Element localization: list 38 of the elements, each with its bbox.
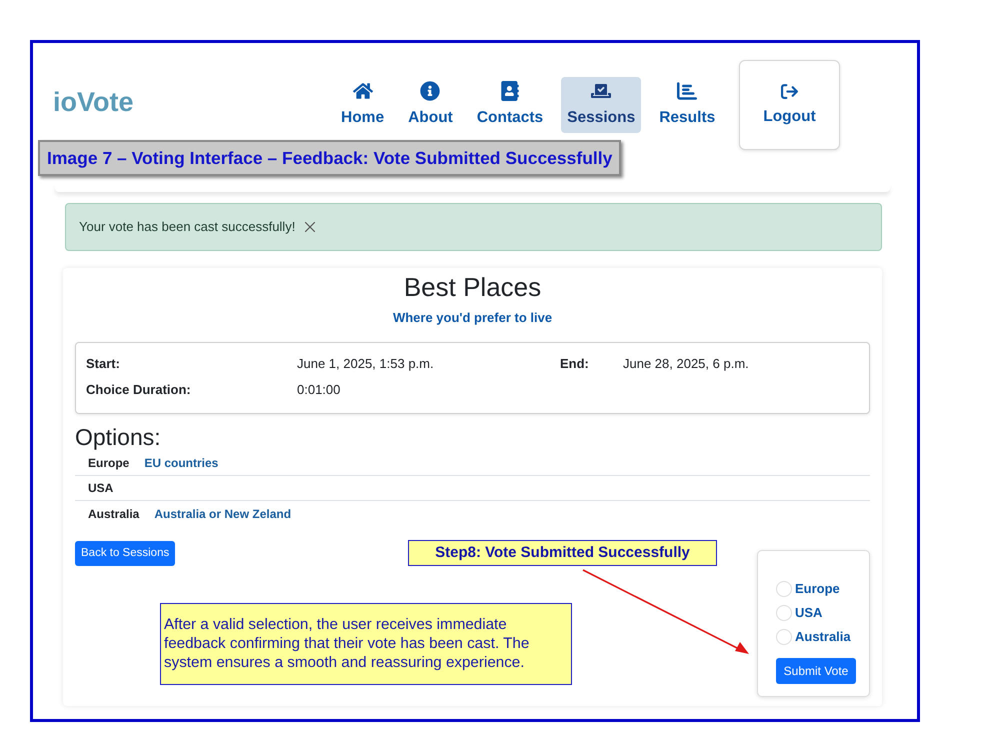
radio-button[interactable] xyxy=(776,605,792,621)
session-title: Best Places xyxy=(402,271,542,304)
vote-choice[interactable]: USA xyxy=(776,601,861,625)
detail-label: Choice Duration: xyxy=(86,382,192,398)
submit-vote-button[interactable]: Submit Vote xyxy=(776,658,856,684)
radio-button[interactable] xyxy=(776,629,792,645)
nav-tab[interactable]: Results xyxy=(653,77,722,133)
logout-button[interactable]: Logout xyxy=(739,60,840,150)
alert-message: Your vote has been cast successfully! xyxy=(79,218,296,236)
detail-label: End: xyxy=(560,356,590,372)
radio-button[interactable] xyxy=(776,581,792,597)
detail-value: June 28, 2025, 6 p.m. xyxy=(623,356,750,372)
option-description: Australia or New Zeland xyxy=(154,506,292,522)
detail-value: 0:01:00 xyxy=(297,382,342,398)
info-icon xyxy=(420,81,440,101)
address-book-icon xyxy=(500,81,520,101)
detail-label: Start: xyxy=(86,356,121,372)
nav-tab[interactable]: Sessions xyxy=(561,77,642,133)
back-to-sessions-button[interactable]: Back to Sessions xyxy=(75,541,176,566)
option-name: Australia xyxy=(88,506,140,522)
logout-icon xyxy=(781,82,798,100)
figure-caption: Image 7 – Voting Interface – Feedback: Vote Submitted Successfully xyxy=(38,140,622,176)
ballot-box-icon xyxy=(591,81,612,101)
bar-chart-icon xyxy=(677,81,698,101)
nav-tab[interactable]: Contacts xyxy=(470,77,550,133)
option-description: EU countries xyxy=(144,455,218,472)
step-label: Step8: Vote Submitted Successfully xyxy=(408,540,717,566)
nav-tab[interactable]: About xyxy=(402,77,459,133)
option-name: USA xyxy=(88,480,114,497)
nav-tab[interactable]: Home xyxy=(335,77,390,133)
home-icon xyxy=(352,81,373,101)
annotation-note: After a valid selection, the user receives immediate feedback confirming that their vote has been cast. The system ensures a smooth and reassuring experience. xyxy=(160,603,572,685)
options-heading: Options: xyxy=(75,423,161,451)
detail-value: June 1, 2025, 1:53 p.m. xyxy=(297,356,435,372)
option-name: Europe xyxy=(88,455,130,472)
vote-choice[interactable]: Australia xyxy=(776,625,861,649)
session-subtitle: Where you'd prefer to live xyxy=(392,309,554,327)
vote-choice[interactable]: Europe xyxy=(776,577,861,601)
